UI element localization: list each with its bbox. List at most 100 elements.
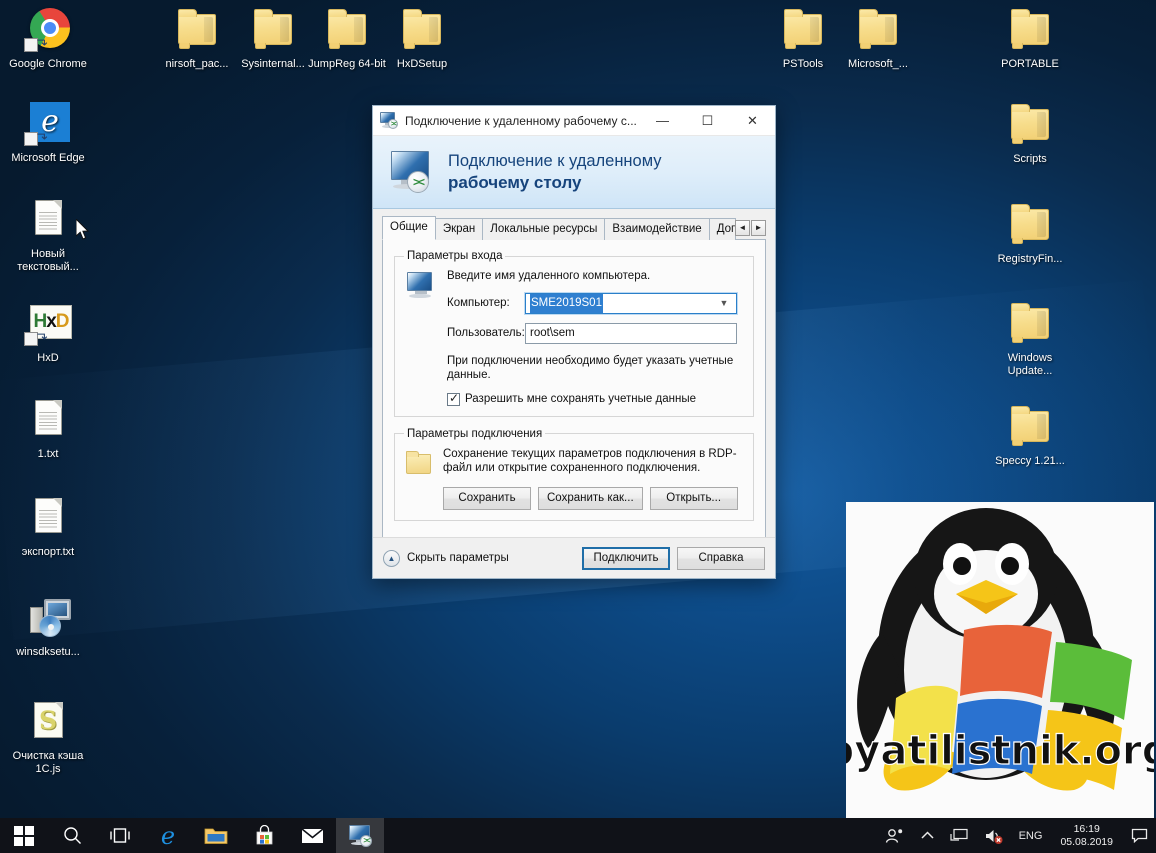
taskbar-store-button[interactable] <box>240 818 288 853</box>
taskbar-rdp-button[interactable]: >< <box>336 818 384 853</box>
desktop-icon-label: Windows Update... <box>1007 352 1053 377</box>
computer-label: Компьютер: <box>447 297 510 309</box>
chrome-icon <box>24 6 72 54</box>
network-button[interactable] <box>942 818 976 853</box>
desktop-icon-label: PORTABLE <box>1001 58 1059 70</box>
desktop-icon-sysinternals[interactable]: Sysinternal... <box>231 6 315 71</box>
tab-scroll-buttons: ◄ ► <box>735 219 766 236</box>
desktop-icon-ochistka-kesha-1c-js[interactable]: S Очистка кэша 1C.js <box>6 698 90 775</box>
tab-advanced[interactable]: Дополни <box>708 218 736 240</box>
tab-experience[interactable]: Взаимодействие <box>604 218 710 240</box>
desktop-icon-microsoft[interactable]: Microsoft_... <box>836 6 920 71</box>
tab-scroll-left-icon[interactable]: ◄ <box>735 219 750 236</box>
banner-line-1: Подключение к удаленному <box>448 152 662 170</box>
folder-icon <box>779 6 827 54</box>
desktop-icon-scripts[interactable]: Scripts <box>988 101 1072 166</box>
show-hidden-icons-button[interactable] <box>913 818 942 853</box>
credentials-note: При подключении необходимо будет указать… <box>447 354 734 382</box>
action-center-button[interactable] <box>1123 818 1156 853</box>
close-button[interactable]: ✕ <box>730 106 775 135</box>
minimize-button[interactable]: — <box>640 106 685 135</box>
desktop-icon-new-text-document[interactable]: Новый текстовый... <box>6 196 90 273</box>
desktop-icon-label: HxDSetup <box>396 58 448 70</box>
save-as-button[interactable]: Сохранить как... <box>538 486 643 510</box>
desktop-icon-hxd[interactable]: HxD HxD <box>6 300 90 365</box>
desktop-icon-registryfinder[interactable]: RegistryFin... <box>988 201 1072 266</box>
text-document-icon <box>24 396 72 444</box>
tab-display[interactable]: Экран <box>434 218 484 240</box>
desktop-icon-windows-update[interactable]: Windows Update... <box>988 300 1072 377</box>
mail-icon <box>300 827 324 843</box>
desktop-icon-winsdksetup[interactable]: winsdksetu... <box>6 594 90 659</box>
desktop-icon-label: PSTools <box>782 58 824 70</box>
user-label: Пользователь: <box>447 327 525 339</box>
tab-local-resources[interactable]: Локальные ресурсы <box>482 218 606 240</box>
maximize-button[interactable]: ☐ <box>685 106 730 135</box>
desktop-icon-1-txt[interactable]: 1.txt <box>6 396 90 461</box>
connect-button[interactable]: Подключить <box>582 546 670 570</box>
tux-windows-logo: pyatilistnik.org <box>846 508 1154 791</box>
desktop-icon-label: RegistryFin... <box>997 253 1063 265</box>
computer-input[interactable]: SME2019S01 ▼ <box>524 291 738 315</box>
save-credentials-checkbox[interactable]: Разрешить мне сохранять учетные данные <box>447 391 744 406</box>
taskbar-file-explorer-button[interactable] <box>192 818 240 853</box>
desktop-icon-label: экспорт.txt <box>21 546 75 558</box>
winsdk-setup-icon <box>24 594 72 642</box>
edge-icon: e <box>160 821 176 850</box>
remote-desktop-icon: >< <box>380 112 399 129</box>
desktop-icon-google-chrome[interactable]: Google Chrome <box>6 6 90 71</box>
language-indicator[interactable]: ENG <box>1011 818 1051 853</box>
folder-icon <box>1006 300 1054 348</box>
folder-icon <box>1006 6 1054 54</box>
edge-icon: e <box>24 100 72 148</box>
dialog-footer: ▲ Скрыть параметры Подключить Справка <box>373 537 775 578</box>
desktop-icon-jumpreg-64-bit[interactable]: JumpReg 64-bit <box>305 6 389 71</box>
dialog-title: Подключение к удаленному рабочему с... <box>405 113 637 128</box>
desktop-icon-speccy[interactable]: Speccy 1.21... <box>988 403 1072 468</box>
desktop-icon-hxdsetup[interactable]: HxDSetup <box>380 6 464 71</box>
clock-time: 16:19 <box>1073 822 1100 835</box>
folder-icon <box>1006 403 1054 451</box>
task-view-icon <box>109 828 130 843</box>
js-script-icon: S <box>24 698 72 746</box>
banner-line-2: рабочему столу <box>448 173 582 192</box>
people-button[interactable] <box>877 818 913 853</box>
desktop-icon-label: Scripts <box>1013 153 1047 165</box>
remote-desktop-banner-icon: >< <box>385 149 437 195</box>
hide-options-link[interactable]: Скрыть параметры <box>407 552 509 564</box>
desktop-icon-eksport-txt[interactable]: экспорт.txt <box>6 494 90 559</box>
remote-desktop-icon: >< <box>347 824 373 847</box>
desktop-icon-label: winsdksetu... <box>16 646 80 658</box>
save-button[interactable]: Сохранить <box>443 486 531 510</box>
desktop-icon-pstools[interactable]: PSTools <box>761 6 845 71</box>
text-document-icon <box>24 196 72 244</box>
remote-desktop-connection-dialog: >< Подключение к удаленному рабочему с..… <box>372 105 776 579</box>
desktop-icon-label: 1.txt <box>37 448 59 460</box>
chevron-up-icon[interactable]: ▲ <box>383 549 400 567</box>
desktop-icon-portable[interactable]: PORTABLE <box>988 6 1072 71</box>
watermark-text: pyatilistnik.org <box>846 728 1154 774</box>
task-view-button[interactable] <box>96 818 144 853</box>
help-button[interactable]: Справка <box>677 546 765 570</box>
taskbar-edge-button[interactable]: e <box>144 818 192 853</box>
logon-settings-group: Параметры входа Введите имя удаленного к… <box>394 250 754 417</box>
desktop-icon-microsoft-edge[interactable]: e Microsoft Edge <box>6 100 90 165</box>
folder-icon <box>404 449 434 476</box>
start-button[interactable] <box>0 818 48 853</box>
desktop-icon-nirsoft-pack[interactable]: nirsoft_pac... <box>155 6 239 71</box>
tab-scroll-right-icon[interactable]: ► <box>751 219 766 236</box>
hxd-icon: HxD <box>24 300 72 348</box>
dialog-titlebar[interactable]: >< Подключение к удаленному рабочему с..… <box>373 106 775 136</box>
taskbar: e >< ENG 16:19 05.08.2019 <box>0 818 1156 853</box>
user-input[interactable]: root\sem <box>525 322 737 344</box>
volume-button[interactable] <box>976 818 1011 853</box>
tab-general[interactable]: Общие <box>382 216 436 240</box>
open-button[interactable]: Открыть... <box>649 486 738 510</box>
desktop-icon-label: Microsoft_... <box>848 58 908 70</box>
desktop-icon-label: JumpReg 64-bit <box>308 58 386 70</box>
clock[interactable]: 16:19 05.08.2019 <box>1050 818 1123 853</box>
taskbar-mail-button[interactable] <box>288 818 336 853</box>
search-button[interactable] <box>48 818 96 853</box>
tab-panel-general: Параметры входа Введите имя удаленного к… <box>382 240 766 551</box>
chevron-down-icon[interactable]: ▼ <box>716 294 732 313</box>
